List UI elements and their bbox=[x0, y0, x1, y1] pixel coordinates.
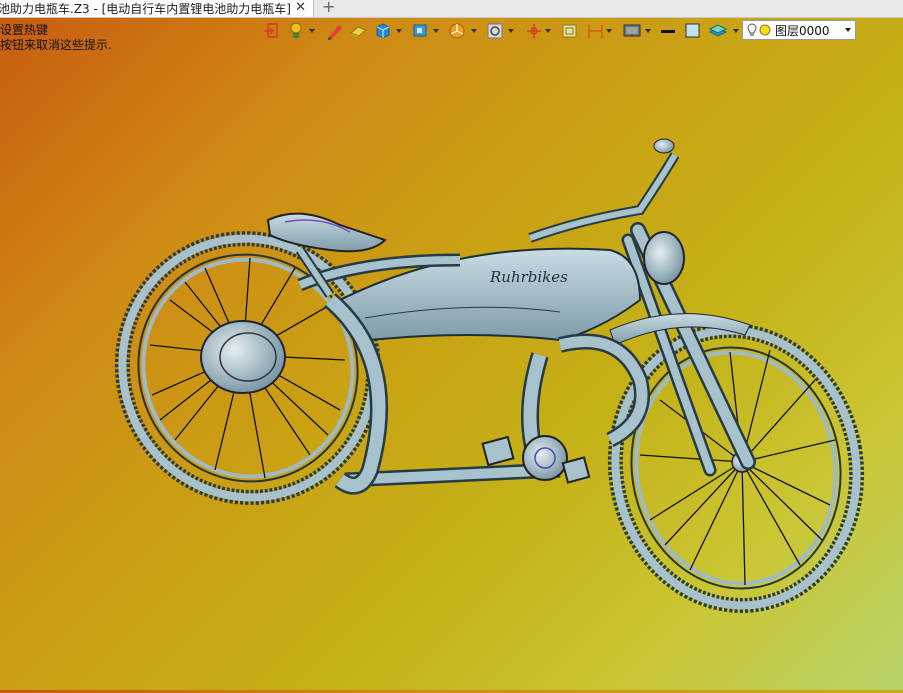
close-tab-icon[interactable]: ✕ bbox=[295, 0, 306, 16]
handlebar bbox=[528, 138, 680, 243]
layer-dropdown[interactable]: 图层0000 bbox=[742, 20, 856, 40]
document-tab-title: 池助力电瓶车.Z3 - [电动自行车内置锂电池助力电瓶车] bbox=[0, 2, 291, 16]
eraser-icon[interactable] bbox=[349, 21, 369, 43]
bicycle-model: Ruhrbikes bbox=[114, 138, 865, 613]
view-box-icon[interactable] bbox=[411, 21, 431, 43]
pie-tool-icon[interactable] bbox=[448, 21, 468, 43]
zoom-view-icon[interactable] bbox=[486, 21, 506, 43]
tab-strip: 池助力电瓶车.Z3 - [电动自行车内置锂电池助力电瓶车] ✕ + bbox=[0, 0, 903, 18]
bulb-icon bbox=[747, 23, 771, 36]
frame-icon[interactable] bbox=[560, 21, 580, 43]
black-line-icon[interactable] bbox=[659, 21, 677, 43]
layers-icon[interactable] bbox=[708, 21, 730, 43]
layer-name: 图层0000 bbox=[775, 23, 830, 38]
display-icon[interactable] bbox=[622, 21, 644, 43]
axis-icon[interactable] bbox=[524, 21, 544, 43]
document-tab[interactable]: 池助力电瓶车.Z3 - [电动自行车内置锂电池助力电瓶车] ✕ bbox=[0, 0, 314, 17]
pen-icon[interactable] bbox=[326, 21, 346, 43]
dimension-icon[interactable] bbox=[586, 21, 606, 43]
cube-icon[interactable] bbox=[373, 21, 393, 43]
3d-viewport[interactable]: Ruhrbikes bbox=[0, 45, 903, 690]
chevron-down-icon bbox=[845, 28, 851, 32]
bulb-tool-icon[interactable] bbox=[287, 21, 307, 43]
hint-line-1: 设置热键 bbox=[0, 23, 49, 37]
color-swatch-icon[interactable] bbox=[684, 21, 702, 43]
brand-script: Ruhrbikes bbox=[489, 268, 568, 286]
exit-icon[interactable] bbox=[262, 21, 282, 43]
add-tab-button[interactable]: + bbox=[322, 0, 335, 16]
